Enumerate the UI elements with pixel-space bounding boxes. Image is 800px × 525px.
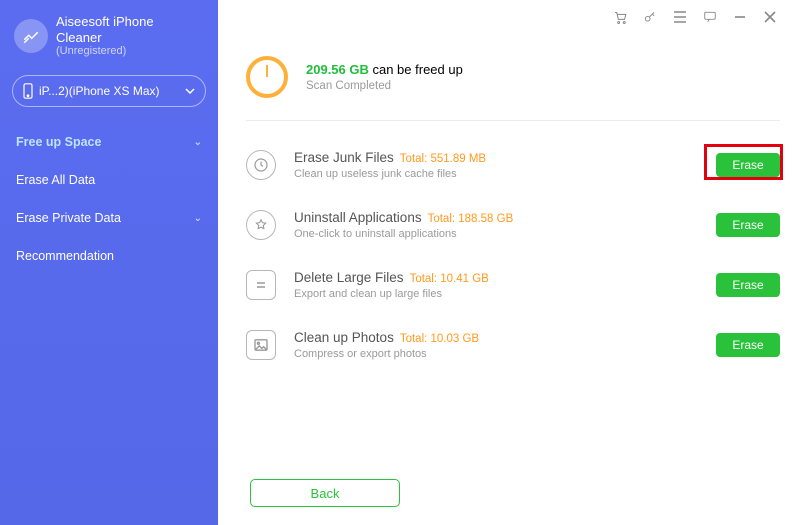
window-titlebar — [246, 0, 780, 30]
erase-button-large[interactable]: Erase — [716, 273, 780, 297]
app-logo-icon — [14, 19, 48, 53]
item-title: Delete Large Files — [294, 270, 404, 285]
close-button[interactable] — [762, 11, 778, 23]
minimize-button[interactable] — [732, 11, 748, 23]
erase-button-apps[interactable]: Erase — [716, 213, 780, 237]
item-junk-files: Erase Junk Files Total: 551.89 MB Clean u… — [246, 135, 780, 195]
cleanup-items: Erase Junk Files Total: 551.89 MB Clean u… — [246, 135, 780, 375]
scan-summary: 209.56 GB can be freed up Scan Completed — [246, 56, 780, 121]
file-icon — [246, 270, 276, 300]
nav-label: Free up Space — [16, 135, 101, 149]
star-icon — [246, 210, 276, 240]
item-title: Uninstall Applications — [294, 210, 422, 225]
summary-amount: 209.56 GB — [306, 62, 369, 77]
summary-status: Scan Completed — [306, 80, 463, 92]
clock-icon — [246, 150, 276, 180]
nav-label: Erase Private Data — [16, 211, 121, 225]
sidebar: Aiseesoft iPhoneCleaner (Unregistered) i… — [0, 0, 218, 525]
summary-pie-icon — [246, 56, 288, 98]
summary-tail: can be freed up — [369, 62, 463, 77]
item-total: Total: 10.03 GB — [400, 333, 479, 345]
nav-label: Recommendation — [16, 249, 114, 263]
nav-label: Erase All Data — [16, 173, 95, 187]
item-uninstall-apps: Uninstall Applications Total: 188.58 GB O… — [246, 195, 780, 255]
item-title: Clean up Photos — [294, 330, 394, 345]
item-total: Total: 551.89 MB — [400, 153, 486, 165]
device-label: iP...2)(iPhone XS Max) — [39, 84, 160, 98]
nav-free-up-space[interactable]: Free up Space ⌄ — [0, 123, 218, 161]
back-button[interactable]: Back — [250, 479, 400, 507]
erase-button-junk[interactable]: Erase — [716, 153, 780, 177]
device-selector[interactable]: iP...2)(iPhone XS Max) — [12, 75, 206, 107]
item-total: Total: 10.41 GB — [410, 273, 489, 285]
phone-icon — [23, 83, 33, 99]
key-icon[interactable] — [642, 10, 658, 24]
nav-recommendation[interactable]: Recommendation — [0, 237, 218, 275]
image-icon — [246, 330, 276, 360]
item-desc: Clean up useless junk cache files — [294, 168, 486, 180]
chevron-down-icon: ⌄ — [194, 137, 202, 148]
nav-erase-all-data[interactable]: Erase All Data — [0, 161, 218, 199]
item-total: Total: 188.58 GB — [428, 213, 514, 225]
menu-icon[interactable] — [672, 11, 688, 23]
item-photos: Clean up Photos Total: 10.03 GB Compress … — [246, 315, 780, 375]
nav-erase-private-data[interactable]: Erase Private Data ⌄ — [0, 199, 218, 237]
main-panel: 209.56 GB can be freed up Scan Completed… — [218, 0, 800, 525]
cart-icon[interactable] — [612, 10, 628, 25]
item-title: Erase Junk Files — [294, 150, 394, 165]
app-branding: Aiseesoft iPhoneCleaner (Unregistered) — [0, 8, 218, 71]
app-title: Aiseesoft iPhoneCleaner — [56, 14, 154, 45]
chevron-down-icon — [185, 88, 195, 94]
item-large-files: Delete Large Files Total: 10.41 GB Export… — [246, 255, 780, 315]
summary-headline: 209.56 GB can be freed up — [306, 62, 463, 77]
item-desc: Compress or export photos — [294, 348, 479, 360]
erase-button-photos[interactable]: Erase — [716, 333, 780, 357]
app-status: (Unregistered) — [56, 45, 154, 57]
item-desc: One-click to uninstall applications — [294, 228, 513, 240]
item-desc: Export and clean up large files — [294, 288, 489, 300]
sidebar-nav: Free up Space ⌄ Erase All Data Erase Pri… — [0, 123, 218, 275]
feedback-icon[interactable] — [702, 10, 718, 24]
chevron-down-icon: ⌄ — [194, 213, 202, 224]
